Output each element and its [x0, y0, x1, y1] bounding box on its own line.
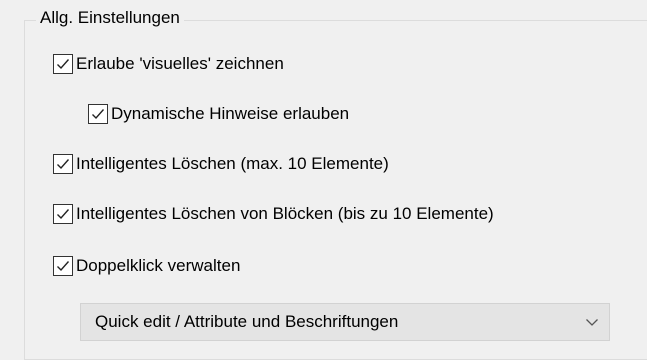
smart-delete-blocks-label: Intelligentes Löschen von Blöcken (bis z… — [76, 204, 494, 223]
checkmark-icon — [57, 209, 70, 220]
allow-visual-drawing-label: Erlaube 'visuelles' zeichnen — [76, 54, 284, 73]
smart-delete-label: Intelligentes Löschen (max. 10 Elemente) — [76, 154, 389, 173]
double-click-checkbox-row[interactable]: Doppelklick verwalten — [53, 254, 240, 278]
double-click-checkbox[interactable] — [53, 256, 73, 276]
allow-visual-drawing-checkbox-row[interactable]: Erlaube 'visuelles' zeichnen — [53, 52, 284, 76]
dynamic-hints-checkbox-row[interactable]: Dynamische Hinweise erlauben — [88, 102, 349, 126]
dynamic-hints-checkbox[interactable] — [88, 104, 108, 124]
checkmark-icon — [57, 261, 70, 272]
dynamic-hints-label: Dynamische Hinweise erlauben — [111, 104, 350, 123]
smart-delete-checkbox-row[interactable]: Intelligentes Löschen (max. 10 Elemente) — [53, 152, 389, 176]
allow-visual-drawing-checkbox[interactable] — [53, 54, 73, 74]
double-click-action-value: Quick edit / Attribute und Beschriftunge… — [95, 312, 399, 331]
smart-delete-checkbox[interactable] — [53, 154, 73, 174]
smart-delete-blocks-checkbox[interactable] — [53, 204, 73, 224]
checkmark-icon — [92, 109, 105, 120]
checkmark-icon — [57, 159, 70, 170]
checkmark-icon — [57, 59, 70, 70]
double-click-action-dropdown[interactable]: Quick edit / Attribute und Beschriftunge… — [80, 303, 610, 341]
group-title: Allg. Einstellungen — [36, 6, 184, 30]
chevron-down-icon[interactable] — [575, 304, 609, 340]
smart-delete-blocks-checkbox-row[interactable]: Intelligentes Löschen von Blöcken (bis z… — [53, 202, 494, 226]
double-click-label: Doppelklick verwalten — [76, 256, 241, 275]
